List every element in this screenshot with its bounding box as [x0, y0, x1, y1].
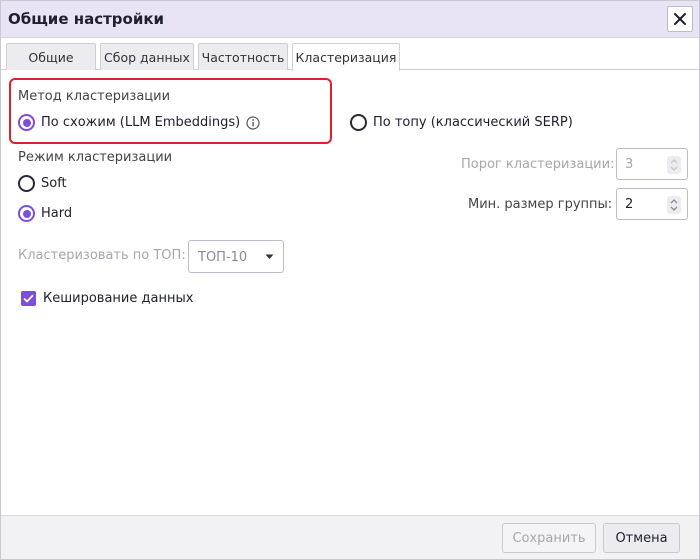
tab-clustering[interactable]: Кластеризация [292, 43, 400, 71]
threshold-label: Порог кластеризации: [461, 157, 615, 172]
mode-option-soft[interactable]: Soft [18, 175, 67, 192]
mode-option-soft-label: Soft [41, 176, 67, 191]
caching-label: Кеширование данных [43, 291, 194, 306]
stepper-arrows[interactable] [667, 156, 681, 174]
method-highlight-box [9, 78, 332, 144]
radio-button[interactable] [350, 114, 367, 131]
method-label: Метод кластеризации [18, 89, 171, 104]
cancel-button[interactable]: Отмена [603, 523, 680, 553]
method-option-llm-label: По схожим (LLM Embeddings) [41, 115, 241, 130]
close-button[interactable] [667, 6, 693, 32]
method-option-llm-embeddings[interactable]: По схожим (LLM Embeddings) [18, 114, 260, 131]
cluster-by-top-select[interactable]: ТОП-10 [188, 240, 284, 273]
caching-checkbox[interactable] [21, 291, 36, 306]
mode-option-hard-label: Hard [41, 206, 73, 221]
save-button[interactable]: Сохранить [502, 523, 596, 553]
dialog-title: Общие настройки [8, 10, 165, 28]
radio-button-checked[interactable] [18, 114, 35, 131]
stepper-arrows-icon [670, 159, 678, 171]
tab-frequency[interactable]: Частотность [198, 43, 288, 70]
tab-data-collection[interactable]: Сбор данных [100, 43, 194, 70]
mode-label: Режим кластеризации [18, 150, 173, 165]
radio-button-checked[interactable] [18, 205, 35, 222]
caching-checkbox-row[interactable]: Кеширование данных [21, 291, 193, 306]
min-group-value: 2 [625, 197, 634, 212]
info-icon[interactable] [246, 115, 260, 130]
stepper-arrows[interactable] [667, 196, 681, 214]
stepper-arrows-icon [670, 199, 678, 211]
radio-button[interactable] [18, 175, 35, 192]
min-group-label: Мин. размер группы: [468, 197, 613, 212]
method-option-serp-label: По топу (классический SERP) [373, 115, 573, 130]
chevron-down-icon [265, 254, 274, 259]
mode-option-hard[interactable]: Hard [18, 205, 72, 222]
method-option-serp[interactable]: По топу (классический SERP) [350, 114, 573, 131]
tab-general[interactable]: Общие [6, 43, 96, 70]
threshold-value: 3 [625, 157, 634, 172]
checkmark-icon [23, 294, 34, 303]
title-bar: Общие настройки [1, 1, 699, 38]
threshold-stepper[interactable]: 3 [616, 148, 688, 180]
cluster-by-top-label: Кластеризовать по ТОП: [18, 248, 186, 263]
min-group-stepper[interactable]: 2 [616, 188, 688, 220]
settings-dialog: Общие настройки Общие Сбор данных Частот… [0, 0, 700, 560]
cluster-by-top-value: ТОП-10 [198, 250, 248, 265]
close-icon [674, 13, 686, 25]
